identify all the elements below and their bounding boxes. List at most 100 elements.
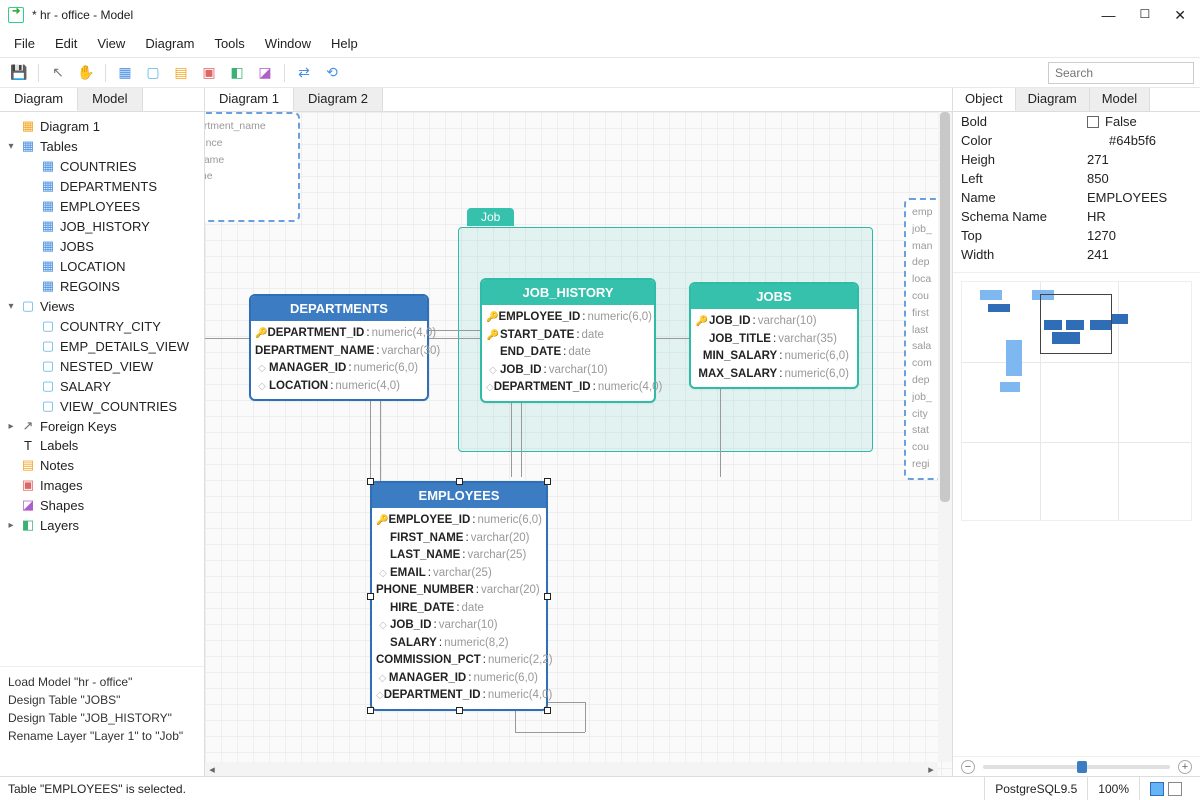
tree-table[interactable]: ▦EMPLOYEES: [0, 196, 204, 216]
menu-window[interactable]: Window: [257, 32, 319, 55]
object-tree[interactable]: ▦ Diagram 1 ▾ ▦ Tables ▦COUNTRIES ▦DEPAR…: [0, 112, 204, 666]
expand-icon[interactable]: ▾: [6, 301, 16, 312]
history-entry[interactable]: Design Table "JOB_HISTORY": [8, 709, 196, 727]
tree-view[interactable]: ▢COUNTRY_CITY: [0, 316, 204, 336]
tab-diagram[interactable]: Diagram: [1016, 88, 1090, 111]
vertical-scrollbar[interactable]: [938, 112, 952, 762]
tab-model[interactable]: Model: [78, 88, 142, 111]
tree-group-views[interactable]: ▾ ▢ Views: [0, 296, 204, 316]
relationship-line[interactable]: [655, 338, 689, 339]
tab-diagram[interactable]: Diagram: [0, 88, 78, 111]
relationship-line[interactable]: [720, 374, 721, 477]
new-image-icon[interactable]: ▣: [196, 61, 222, 85]
tab-object[interactable]: Object: [953, 88, 1016, 111]
relationship-line[interactable]: [205, 338, 249, 339]
zoom-slider[interactable]: [983, 765, 1170, 769]
expand-icon[interactable]: ▸: [6, 421, 16, 432]
overview-left-icon[interactable]: [1150, 782, 1164, 796]
property-row[interactable]: Left850: [953, 169, 1200, 188]
minimap-viewport[interactable]: [1040, 294, 1112, 354]
history-entry[interactable]: Rename Layer "Layer 1" to "Job": [8, 727, 196, 745]
menu-help[interactable]: Help: [323, 32, 366, 55]
tree-group-labels[interactable]: TLabels: [0, 436, 204, 455]
menu-diagram[interactable]: Diagram: [137, 32, 202, 55]
pan-tool-icon[interactable]: ✋: [73, 61, 99, 85]
diagram-canvas[interactable]: artment_name vince name me Job: [205, 112, 952, 776]
property-row[interactable]: Heigh271: [953, 150, 1200, 169]
tab-model[interactable]: Model: [1090, 88, 1150, 111]
relationship-line[interactable]: [370, 392, 371, 492]
zoom-out-icon[interactable]: −: [961, 760, 975, 774]
scroll-right-icon[interactable]: ▸: [924, 763, 938, 776]
tree-group-shapes[interactable]: ◪Shapes: [0, 495, 204, 515]
entity-employees[interactable]: EMPLOYEES 🔑EMPLOYEE_ID:numeric(6,0) FIRS…: [370, 481, 548, 711]
property-row[interactable]: Width241: [953, 245, 1200, 264]
tree-diagram-root[interactable]: ▦ Diagram 1: [0, 116, 204, 136]
new-layer-icon[interactable]: ◪: [252, 61, 278, 85]
scrollbar-thumb[interactable]: [940, 112, 950, 502]
tree-group-tables[interactable]: ▾ ▦ Tables: [0, 136, 204, 156]
tree-table[interactable]: ▦JOB_HISTORY: [0, 216, 204, 236]
search-input[interactable]: [1055, 66, 1200, 80]
note-icon: ▤: [20, 457, 36, 473]
new-view-icon[interactable]: ▢: [140, 61, 166, 85]
new-table-icon[interactable]: ▦: [112, 61, 138, 85]
new-shape-icon[interactable]: ◧: [224, 61, 250, 85]
tree-group-notes[interactable]: ▤Notes: [0, 455, 204, 475]
zoom-in-icon[interactable]: +: [1178, 760, 1192, 774]
horizontal-scrollbar[interactable]: ◂ ▸: [205, 762, 938, 776]
new-note-icon[interactable]: ▤: [168, 61, 194, 85]
tree-group-foreign-keys[interactable]: ▸↗Foreign Keys: [0, 416, 204, 436]
tree-table[interactable]: ▦JOBS: [0, 236, 204, 256]
expand-icon[interactable]: ▸: [6, 520, 16, 531]
relationship-line[interactable]: [515, 732, 585, 733]
tree-table[interactable]: ▦LOCATION: [0, 256, 204, 276]
property-row[interactable]: Color #64b5f6: [953, 131, 1200, 150]
relationship-line[interactable]: [521, 392, 522, 477]
tree-view[interactable]: ▢VIEW_COUNTRIES: [0, 396, 204, 416]
minimap[interactable]: [953, 272, 1200, 756]
tab-diagram-1[interactable]: Diagram 1: [205, 88, 294, 111]
menu-tools[interactable]: Tools: [206, 32, 252, 55]
tree-table[interactable]: ▦COUNTRIES: [0, 156, 204, 176]
entity-departments[interactable]: DEPARTMENTS 🔑DEPARTMENT_ID:numeric(4,0) …: [249, 294, 429, 401]
overview-right-icon[interactable]: [1168, 782, 1182, 796]
property-row[interactable]: Bold False: [953, 112, 1200, 131]
offscreen-entity-left[interactable]: artment_name vince name me: [205, 112, 300, 222]
tree-view[interactable]: ▢NESTED_VIEW: [0, 356, 204, 376]
menu-file[interactable]: File: [6, 32, 43, 55]
property-row[interactable]: Top1270: [953, 226, 1200, 245]
pointer-tool-icon[interactable]: ↖: [45, 61, 71, 85]
history-entry[interactable]: Design Table "JOBS": [8, 691, 196, 709]
minimap-canvas[interactable]: [961, 281, 1192, 521]
tree-table[interactable]: ▦DEPARTMENTS: [0, 176, 204, 196]
menu-view[interactable]: View: [89, 32, 133, 55]
tree-label: Views: [40, 299, 74, 314]
auto-layout-icon[interactable]: ⇄: [291, 61, 317, 85]
tree-table[interactable]: ▦REGOINS: [0, 276, 204, 296]
relationship-line[interactable]: [511, 392, 512, 477]
scroll-left-icon[interactable]: ◂: [205, 763, 219, 776]
close-button[interactable]: ✕: [1174, 7, 1186, 24]
history-entry[interactable]: Load Model "hr - office": [8, 673, 196, 691]
tree-view[interactable]: ▢EMP_DETAILS_VIEW: [0, 336, 204, 356]
color-swatch[interactable]: [1087, 135, 1103, 147]
tree-group-layers[interactable]: ▸◧Layers: [0, 515, 204, 535]
checkbox-icon[interactable]: [1087, 116, 1099, 128]
tree-group-images[interactable]: ▣Images: [0, 475, 204, 495]
tab-diagram-2[interactable]: Diagram 2: [294, 88, 383, 111]
entity-job-history[interactable]: JOB_HISTORY 🔑EMPLOYEE_ID:numeric(6,0) 🔑S…: [480, 278, 656, 403]
expand-icon[interactable]: ▾: [6, 141, 16, 152]
relationship-line[interactable]: [585, 702, 586, 732]
maximize-button[interactable]: ☐: [1140, 7, 1151, 24]
property-row[interactable]: NameEMPLOYEES: [953, 188, 1200, 207]
entity-jobs[interactable]: JOBS 🔑JOB_ID:varchar(10) JOB_TITLE:varch…: [689, 282, 859, 389]
property-row[interactable]: Schema NameHR: [953, 207, 1200, 226]
refresh-model-icon[interactable]: ⟲: [319, 61, 345, 85]
save-icon[interactable]: 💾: [6, 61, 32, 85]
tree-view[interactable]: ▢SALARY: [0, 376, 204, 396]
relationship-line[interactable]: [380, 392, 381, 492]
menu-edit[interactable]: Edit: [47, 32, 85, 55]
minimize-button[interactable]: —: [1102, 7, 1116, 24]
search-box[interactable]: ⌕: [1048, 62, 1194, 84]
